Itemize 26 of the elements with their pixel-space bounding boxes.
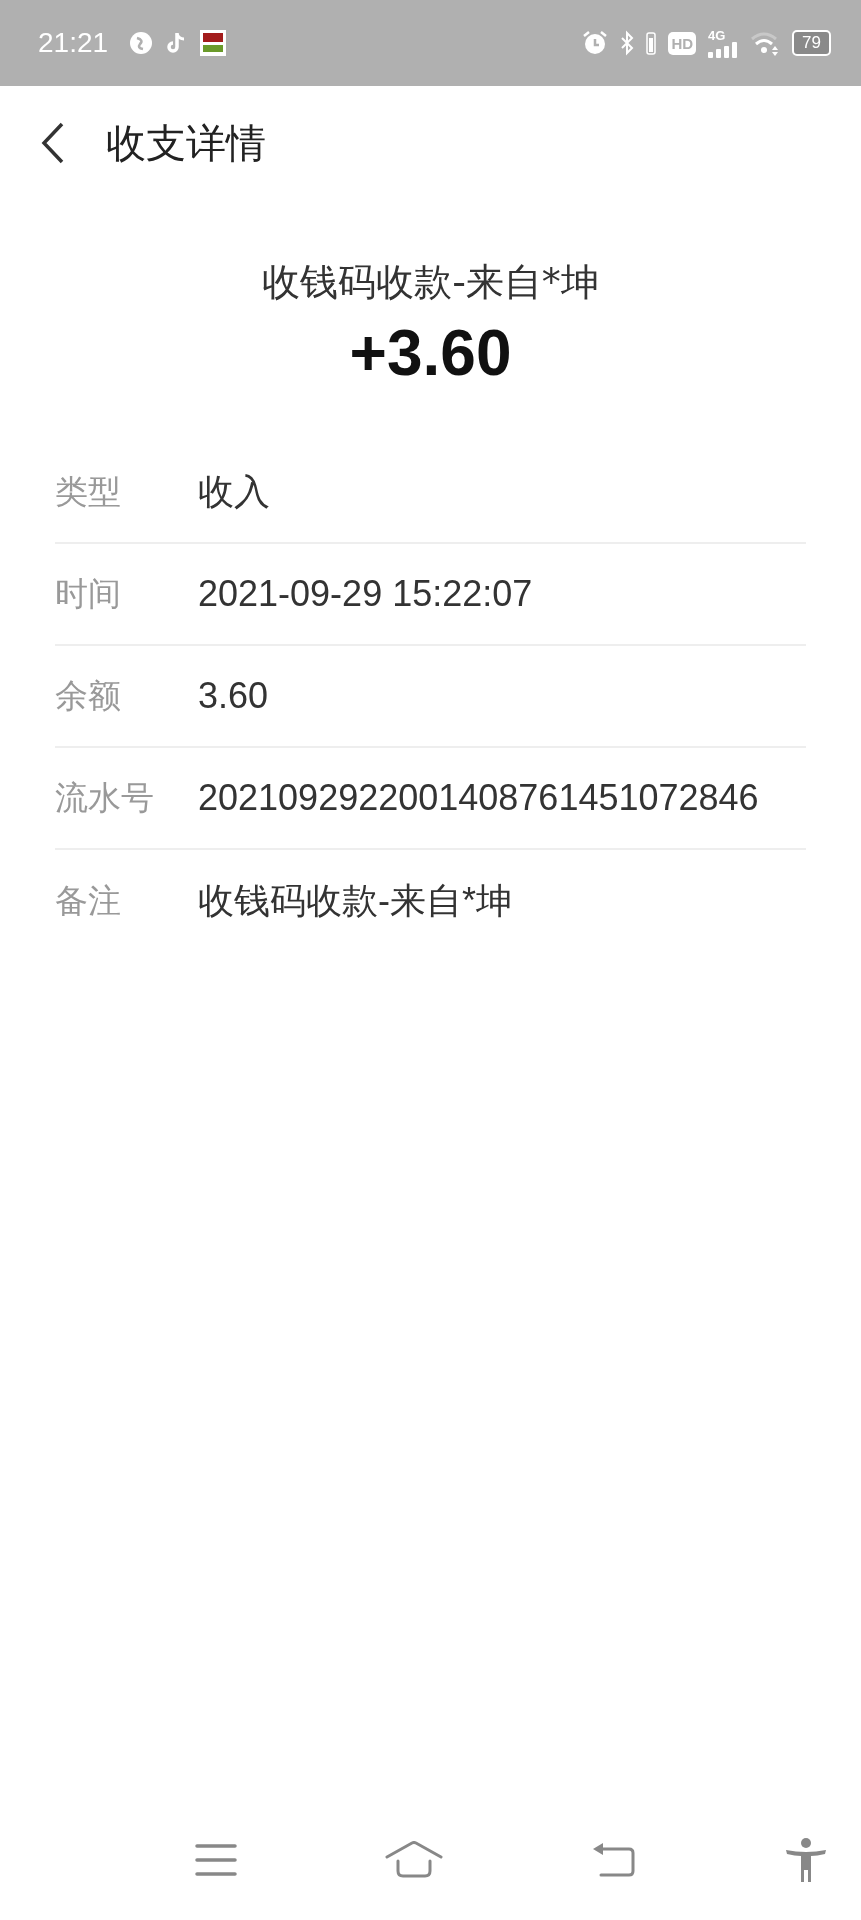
detail-value: 2021092922001408761451072846 — [198, 777, 759, 819]
app-logo-icon — [200, 30, 227, 56]
detail-label: 备注 — [55, 879, 122, 922]
hd-badge: HD — [668, 31, 697, 55]
network-label: 4G — [708, 28, 726, 42]
wifi-icon — [750, 30, 781, 56]
detail-value: 收钱码收款-来自*坤 — [198, 880, 512, 922]
detail-label: 余额 — [55, 674, 122, 717]
page-title: 收支详情 — [106, 118, 266, 168]
status-time: 21:21 — [38, 27, 109, 59]
detail-value: 2021-09-29 15:22:07 — [198, 573, 533, 615]
alarm-clock-icon — [582, 30, 609, 56]
bluetooth-icon — [620, 30, 635, 56]
battery-icon: 79 — [792, 30, 831, 56]
signal-icon — [708, 41, 739, 58]
detail-label: 时间 — [55, 572, 122, 615]
home-icon[interactable] — [384, 1841, 445, 1881]
accessibility-icon[interactable] — [785, 1838, 827, 1884]
detail-value: 收入 — [198, 471, 270, 513]
detail-label: 类型 — [55, 470, 122, 513]
app-circle-icon — [128, 30, 155, 56]
transaction-description: 收钱码收款-来自*坤 — [262, 259, 599, 306]
battery-small-icon — [646, 30, 657, 56]
detail-value: 3.60 — [198, 675, 269, 717]
detail-label: 流水号 — [55, 776, 155, 819]
transaction-amount: +3.60 — [349, 316, 512, 391]
